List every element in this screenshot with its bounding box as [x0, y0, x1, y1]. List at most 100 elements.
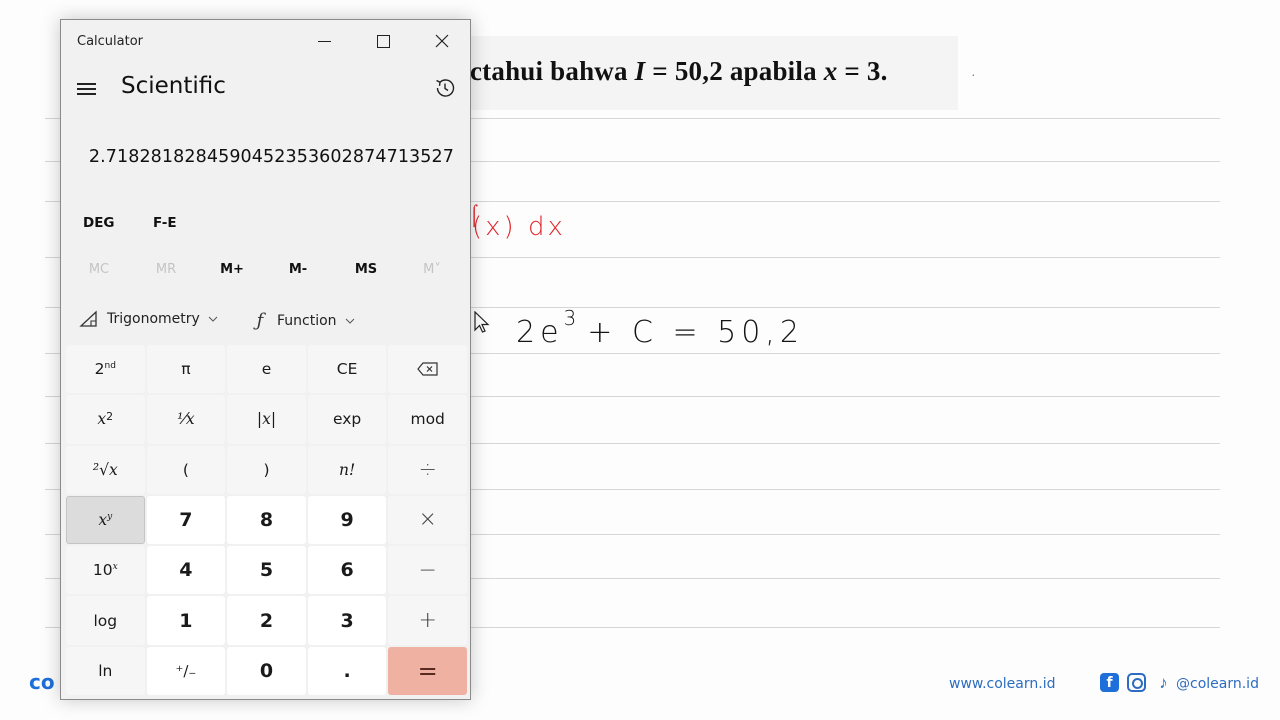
keypad: 2nd π e CE x2 ⅟x |x| exp mod ²√x ( ) n! …: [66, 345, 467, 695]
integral-expression: (x) dx: [472, 212, 566, 242]
history-icon[interactable]: [433, 76, 457, 100]
close-button[interactable]: [422, 26, 462, 56]
function-dropdown-row: Trigonometry ƒ Function: [61, 310, 470, 338]
stray-dot: ·: [971, 66, 976, 82]
key-label: 2: [94, 360, 105, 379]
exp-key[interactable]: exp: [307, 395, 387, 444]
handwriting-integral: ⌠ (x) dx: [466, 202, 566, 242]
facebook-icon[interactable]: f: [1100, 673, 1119, 692]
footer-url[interactable]: www.colearn.id: [949, 676, 1055, 692]
function-dropdown[interactable]: ƒ Function: [251, 310, 355, 331]
memory-store-button[interactable]: MS: [333, 262, 399, 277]
colearn-logo-partial: co: [29, 670, 55, 694]
function-label: Function: [277, 312, 337, 329]
mod-key[interactable]: mod: [388, 395, 467, 444]
digit-2-key[interactable]: 2: [227, 596, 306, 645]
divide-key[interactable]: ÷: [388, 445, 467, 494]
close-paren-key[interactable]: ): [227, 445, 306, 494]
power-key[interactable]: xy: [66, 495, 145, 545]
trigonometry-label: Trigonometry: [107, 311, 200, 327]
maximize-button[interactable]: [363, 26, 403, 56]
key-superscript: x: [112, 562, 118, 573]
problem-var-x: x: [823, 56, 838, 86]
hamburger-icon: [77, 83, 96, 85]
memory-add-button[interactable]: M+: [199, 262, 265, 277]
natural-log-key[interactable]: ln: [66, 646, 145, 695]
digit-9-key[interactable]: 9: [307, 495, 387, 545]
title-bar[interactable]: Calculator: [61, 20, 470, 64]
log-key[interactable]: log: [66, 596, 145, 645]
e-key[interactable]: e: [227, 345, 306, 394]
problem-text-prefix: ctahui bahwa: [470, 56, 635, 86]
digit-5-key[interactable]: 5: [227, 546, 306, 595]
digit-6-key[interactable]: 6: [307, 546, 387, 595]
subtract-key[interactable]: −: [388, 546, 467, 595]
handwriting-equation: 2e3 + C = 50,2: [516, 306, 804, 350]
memory-subtract-button[interactable]: M-: [265, 262, 331, 277]
problem-text: ctahui bahwa I = 50,2 apabila x = 3.: [470, 56, 888, 87]
memory-row: MC MR M+ M- MS M˅: [61, 262, 470, 290]
key-label: ²√x: [92, 460, 118, 479]
backspace-key[interactable]: [388, 345, 467, 394]
trigonometry-dropdown[interactable]: Trigonometry: [79, 310, 218, 328]
key-superscript: nd: [104, 361, 116, 372]
angle-mode-button[interactable]: DEG: [83, 215, 115, 231]
key-label: 10: [92, 561, 113, 580]
hamburger-icon: [77, 93, 96, 95]
instagram-icon[interactable]: [1127, 673, 1146, 692]
tiktok-icon[interactable]: ♪: [1154, 673, 1173, 692]
open-paren-key[interactable]: (: [146, 445, 226, 494]
digit-7-key[interactable]: 7: [146, 495, 226, 545]
absolute-value-key[interactable]: |x|: [227, 395, 306, 444]
square-key[interactable]: x2: [66, 395, 145, 444]
key-label: x: [98, 510, 108, 529]
fe-button[interactable]: F-E: [153, 215, 177, 231]
problem-text-suffix: = 3.: [837, 56, 888, 86]
backspace-icon: [416, 362, 438, 376]
digit-1-key[interactable]: 1: [146, 596, 226, 645]
calculator-window: Calculator Scientific 2.7182818284590452…: [60, 19, 471, 700]
key-label: x: [97, 410, 107, 429]
factorial-key[interactable]: n!: [307, 445, 387, 494]
result-display: 2.7182818284590452353602874713527: [88, 147, 454, 167]
close-icon: [435, 34, 449, 48]
memory-list-button[interactable]: M˅: [399, 262, 465, 277]
equation-base: 2e: [516, 315, 564, 350]
equals-key[interactable]: =: [388, 646, 467, 695]
digit-8-key[interactable]: 8: [227, 495, 306, 545]
clear-entry-key[interactable]: CE: [307, 345, 387, 394]
function-icon: ƒ: [256, 310, 264, 331]
minimize-button[interactable]: [304, 26, 344, 56]
window-title: Calculator: [77, 34, 144, 49]
pi-key[interactable]: π: [146, 345, 226, 394]
digit-4-key[interactable]: 4: [146, 546, 226, 595]
key-label: n!: [338, 460, 356, 479]
navigation-menu-button[interactable]: [75, 78, 99, 98]
problem-var-i: I: [634, 56, 646, 86]
digit-3-key[interactable]: 3: [307, 596, 387, 645]
mode-title: Scientific: [121, 73, 226, 99]
maximize-icon: [376, 34, 390, 48]
problem-text-mid: = 50,2 apabila: [645, 56, 824, 86]
add-key[interactable]: +: [388, 596, 467, 645]
ten-power-key[interactable]: 10 x: [66, 546, 145, 595]
key-label: |x|: [256, 410, 277, 429]
memory-recall-button[interactable]: MR: [133, 262, 199, 277]
digit-0-key[interactable]: 0: [227, 646, 306, 695]
negate-key[interactable]: ⁺∕₋: [146, 646, 226, 695]
key-superscript: y: [107, 511, 113, 522]
calculator-header: Scientific: [61, 68, 470, 108]
reciprocal-key[interactable]: ⅟x: [146, 395, 226, 444]
mode-row: DEG F-E: [61, 215, 470, 243]
key-label: ⅟x: [177, 410, 195, 429]
minimize-icon: [317, 40, 331, 42]
second-function-key[interactable]: 2nd: [66, 345, 145, 394]
footer-handle[interactable]: @colearn.id: [1176, 676, 1259, 692]
decimal-key[interactable]: .: [307, 646, 387, 695]
multiply-key[interactable]: ×: [388, 495, 467, 545]
square-root-key[interactable]: ²√x: [66, 445, 145, 494]
triangle-ruler-icon: [79, 310, 97, 327]
hamburger-icon: [77, 88, 96, 90]
memory-clear-button[interactable]: MC: [66, 262, 132, 277]
key-superscript: 2: [106, 409, 114, 423]
